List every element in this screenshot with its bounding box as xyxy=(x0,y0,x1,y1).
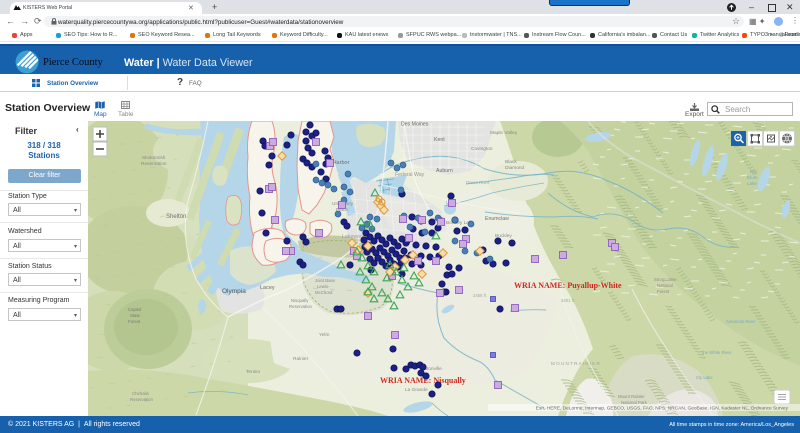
svg-text:Cly Lake: Cly Lake xyxy=(696,375,713,380)
svg-text:Forest: Forest xyxy=(657,289,670,294)
svg-text:Maple Valley: Maple Valley xyxy=(490,130,518,136)
svg-text:Nisqually: Nisqually xyxy=(291,298,309,303)
svg-text:WRIA NAME: Puyallup-White: WRIA NAME: Puyallup-White xyxy=(514,281,622,290)
svg-text:Green River: Green River xyxy=(466,180,490,185)
svg-text:Elum: Elum xyxy=(747,175,758,180)
svg-text:Des Moines: Des Moines xyxy=(401,122,429,128)
svg-text:State: State xyxy=(130,313,141,318)
svg-text:Capitol: Capitol xyxy=(128,307,141,312)
svg-text:Lake: Lake xyxy=(747,181,757,186)
svg-text:Cle: Cle xyxy=(750,169,757,174)
svg-text:Skokomish: Skokomish xyxy=(142,155,166,161)
svg-text:Shelton: Shelton xyxy=(166,214,186,220)
svg-text:Auburn: Auburn xyxy=(436,168,453,174)
svg-text:Esri, HERE, DeLorme, Intermap,: Esri, HERE, DeLorme, Intermap, GEBCO, US… xyxy=(536,406,789,412)
svg-text:Snoqualmie: Snoqualmie xyxy=(654,277,677,282)
svg-text:Federal Way: Federal Way xyxy=(395,172,425,178)
svg-text:M O U N T R A I N I E R: M O U N T R A I N I E R xyxy=(551,361,601,366)
svg-text:Yelm: Yelm xyxy=(319,332,330,338)
svg-text:Diamond: Diamond xyxy=(505,165,525,171)
svg-text:National: National xyxy=(657,283,673,288)
svg-text:Kent: Kent xyxy=(434,137,445,143)
svg-text:Chehalis: Chehalis xyxy=(132,391,149,396)
svg-text:Enumclaw: Enumclaw xyxy=(485,216,509,222)
svg-text:the White River: the White River xyxy=(702,350,732,355)
svg-text:Black: Black xyxy=(505,159,517,165)
svg-text:Forest: Forest xyxy=(128,319,141,324)
svg-text:Tenino: Tenino xyxy=(246,369,260,375)
svg-text:McChord: McChord xyxy=(315,290,333,295)
svg-text:Covington: Covington xyxy=(471,146,493,152)
svg-text:Mount Rainier: Mount Rainier xyxy=(618,394,645,399)
svg-text:Joint Base: Joint Base xyxy=(315,278,336,283)
svg-text:Lacey: Lacey xyxy=(260,285,275,291)
svg-text:2458 ft: 2458 ft xyxy=(473,293,487,298)
svg-text:American River: American River xyxy=(726,319,756,324)
svg-text:La Grande: La Grande xyxy=(405,387,428,393)
svg-text:Reservation: Reservation xyxy=(289,304,313,309)
svg-text:Reservation: Reservation xyxy=(141,161,167,167)
svg-text:Rainier: Rainier xyxy=(293,356,309,362)
svg-text:Lewis-: Lewis- xyxy=(317,284,330,289)
svg-text:Olympia: Olympia xyxy=(222,288,246,295)
svg-text:3401 ft: 3401 ft xyxy=(561,298,575,303)
svg-text:Reservation: Reservation xyxy=(130,397,154,402)
